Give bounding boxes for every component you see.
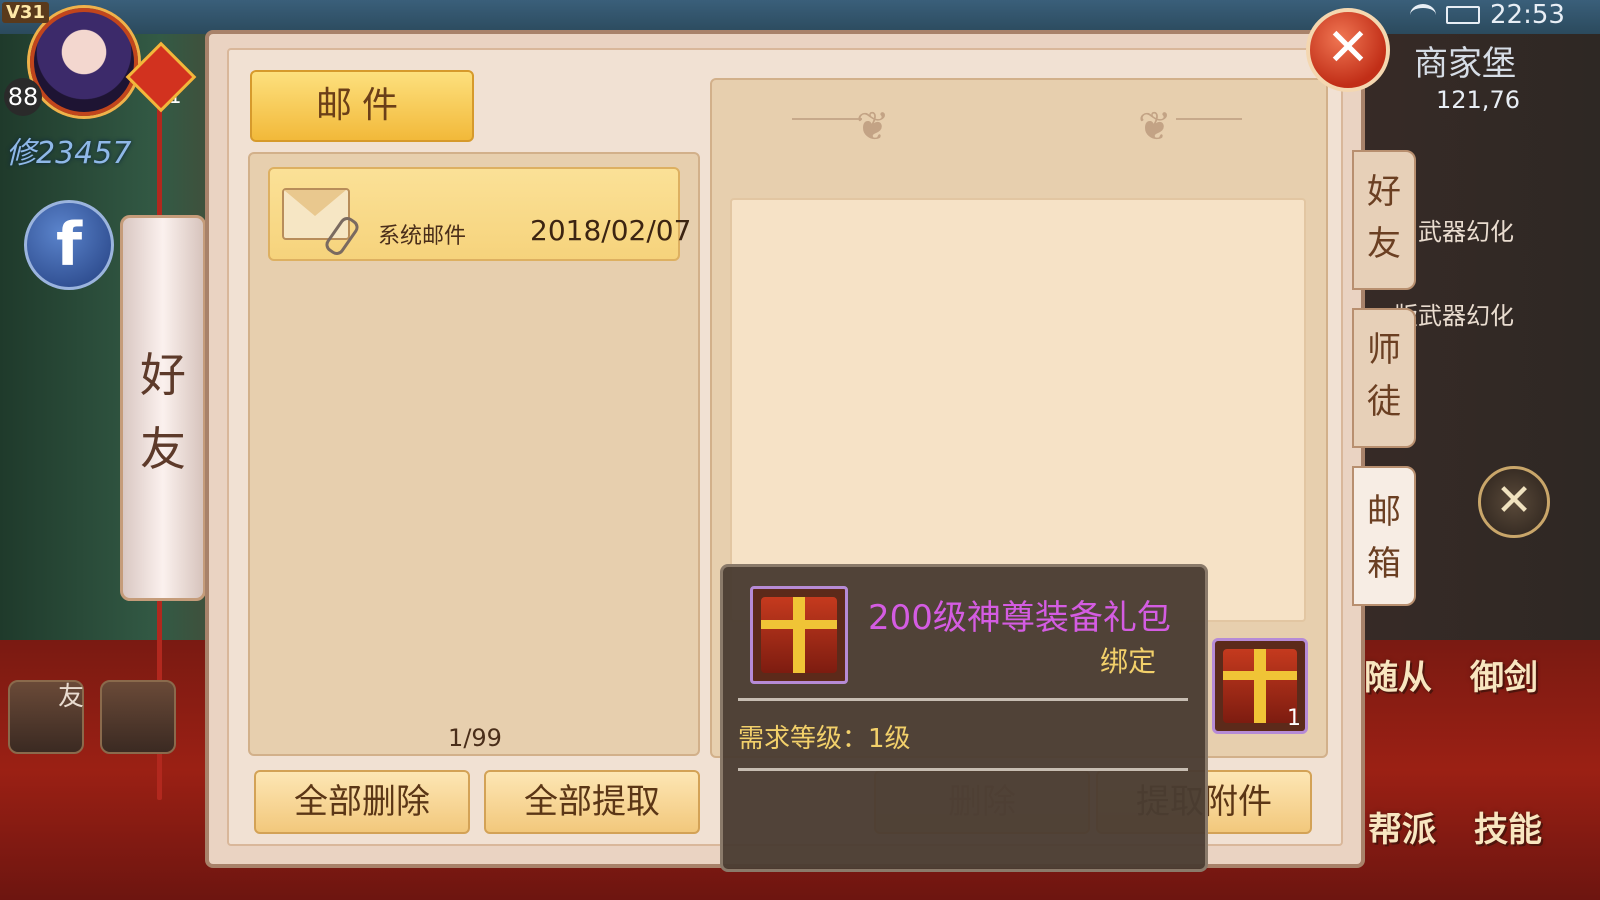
ornament-right-icon: ❦ bbox=[1138, 104, 1172, 150]
delete-all-button[interactable]: 全部删除 bbox=[254, 770, 470, 834]
tooltip-item-icon bbox=[750, 586, 848, 684]
tab-mentor-label-1: 师 bbox=[1367, 330, 1401, 370]
player-avatar[interactable] bbox=[30, 8, 138, 116]
skill-button[interactable]: 技能 bbox=[1474, 802, 1542, 851]
tab-mail[interactable]: 邮件 bbox=[250, 70, 474, 142]
vip-badge: V31 bbox=[2, 2, 49, 23]
gift-box-icon bbox=[761, 597, 837, 673]
close-icon[interactable]: ✕ bbox=[1306, 8, 1390, 92]
guild-button[interactable]: 帮派 bbox=[1368, 802, 1436, 851]
take-all-button[interactable]: 全部提取 bbox=[484, 770, 700, 834]
clock: 22:53 bbox=[1490, 0, 1565, 30]
tooltip-divider bbox=[738, 698, 1188, 701]
tab-mailbox-label-2: 箱 bbox=[1367, 544, 1401, 584]
sword-button[interactable]: 御剑 bbox=[1470, 650, 1538, 699]
tab-friends-label-1: 好 bbox=[1367, 172, 1401, 212]
tooltip-requirement: 需求等级：1级 bbox=[738, 724, 911, 754]
gift-box-icon bbox=[1223, 649, 1297, 723]
tooltip-item-name: 200级神尊装备礼包 bbox=[868, 598, 1171, 638]
facebook-icon[interactable]: f bbox=[24, 200, 114, 290]
wifi-icon bbox=[1410, 4, 1436, 26]
battery-icon bbox=[1446, 6, 1480, 24]
friends-scroll-label: 好友 bbox=[140, 348, 186, 476]
attachment-count: 1 bbox=[1287, 706, 1301, 731]
tab-friends-label-2: 友 bbox=[1367, 224, 1401, 264]
tab-mailbox-label-1: 邮 bbox=[1367, 492, 1401, 532]
ornament-line-right bbox=[1176, 118, 1242, 120]
follower-button[interactable]: 随从 bbox=[1364, 650, 1432, 699]
mail-sender: 系统邮件 bbox=[378, 224, 467, 249]
player-power: 修23457 bbox=[6, 136, 132, 171]
status-bar: 22:53 bbox=[1390, 0, 1600, 30]
tab-friends[interactable]: 好 友 bbox=[1352, 150, 1416, 290]
close-hud-icon[interactable]: ✕ bbox=[1478, 466, 1550, 538]
mail-pager: 1/99 bbox=[448, 724, 502, 752]
friends-button-label: 友 bbox=[58, 682, 85, 712]
ornament-left-icon: ❦ bbox=[856, 104, 890, 150]
tab-mentor[interactable]: 师 徒 bbox=[1352, 308, 1416, 448]
chat-button[interactable] bbox=[100, 680, 176, 754]
mail-body bbox=[730, 198, 1306, 622]
ornament-line-left bbox=[792, 118, 862, 120]
tab-mailbox[interactable]: 邮 箱 bbox=[1352, 466, 1416, 606]
map-coordinates: 121,76 bbox=[1436, 86, 1520, 114]
tooltip-divider bbox=[738, 768, 1188, 771]
friends-scroll-tab[interactable]: 好友 bbox=[120, 215, 206, 601]
map-name: 商家堡 bbox=[1414, 44, 1516, 84]
player-level: 88 bbox=[4, 78, 42, 116]
tab-mentor-label-2: 徒 bbox=[1367, 382, 1401, 422]
attachment-slot[interactable]: 1 bbox=[1212, 638, 1308, 734]
notice-text-1: 武器幻化 bbox=[1418, 218, 1514, 246]
mail-date: 2018/02/07 bbox=[530, 214, 692, 247]
tooltip-bind-status: 绑定 bbox=[1100, 645, 1157, 678]
